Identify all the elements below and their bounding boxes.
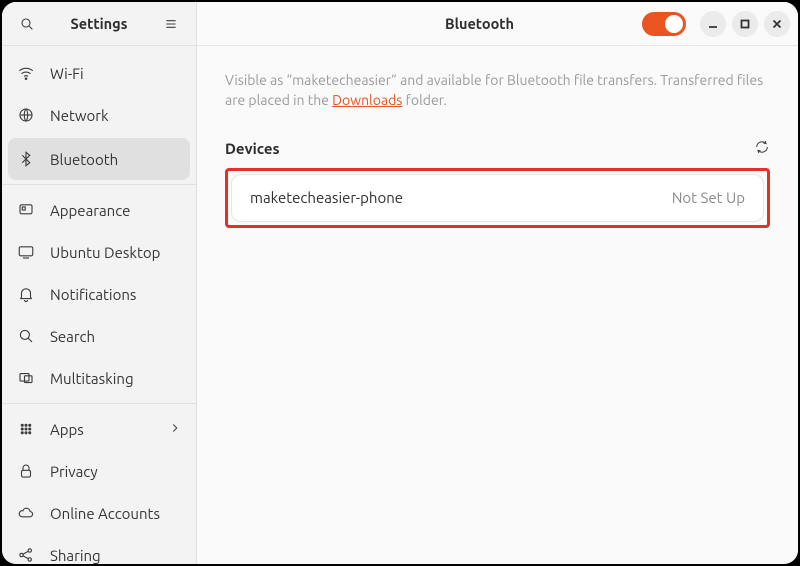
close-icon (772, 19, 782, 29)
sidebar-item-label: Search (50, 328, 95, 345)
device-name: maketecheasier-phone (250, 189, 403, 206)
sidebar-item-multitasking[interactable]: Multitasking (2, 357, 196, 399)
chevron-right-icon (168, 421, 182, 438)
sidebar-item-label: Sharing (50, 547, 101, 564)
sidebar-item-label: Wi-Fi (50, 65, 84, 82)
window-minimize-button[interactable] (700, 11, 726, 37)
sidebar-item-network[interactable]: Network (2, 94, 196, 136)
hamburger-icon (163, 16, 179, 32)
network-icon (16, 105, 36, 125)
sidebar-item-label: Notifications (50, 286, 136, 303)
wifi-icon (16, 63, 36, 83)
cloud-icon (16, 503, 36, 523)
sidebar-item-ubuntu-desktop[interactable]: Ubuntu Desktop (2, 231, 196, 273)
sidebar-item-label: Online Accounts (50, 505, 160, 522)
sidebar-item-label: Multitasking (50, 370, 134, 387)
sidebar-item-bluetooth[interactable]: Bluetooth (8, 138, 190, 180)
window-close-button[interactable] (764, 11, 790, 37)
sidebar-separator (2, 403, 196, 404)
refresh-button[interactable] (754, 139, 770, 158)
multitasking-icon (16, 368, 36, 388)
devices-heading: Devices (225, 140, 280, 157)
sidebar-item-notifications[interactable]: Notifications (2, 273, 196, 315)
sidebar-item-privacy[interactable]: Privacy (2, 450, 196, 492)
sidebar-item-search[interactable]: Search (2, 315, 196, 357)
apps-icon (16, 419, 36, 439)
maximize-icon (740, 19, 750, 29)
downloads-link[interactable]: Downloads (332, 92, 402, 108)
lock-icon (16, 461, 36, 481)
search-icon (19, 16, 35, 32)
sidebar-separator (2, 184, 196, 185)
refresh-icon (754, 139, 770, 155)
sidebar-title: Settings (50, 15, 148, 32)
sidebar-item-label: Ubuntu Desktop (50, 244, 160, 261)
sidebar-item-sharing[interactable]: Sharing (2, 534, 196, 564)
devices-list-highlight: maketecheasier-phone Not Set Up (225, 168, 770, 228)
appearance-icon (16, 200, 36, 220)
window-maximize-button[interactable] (732, 11, 758, 37)
sidebar-item-wifi[interactable]: Wi-Fi (2, 52, 196, 94)
sidebar-item-label: Network (50, 107, 109, 124)
sidebar-search-button[interactable] (14, 11, 40, 37)
share-icon (16, 545, 36, 564)
sidebar-item-online-accounts[interactable]: Online Accounts (2, 492, 196, 534)
bluetooth-toggle[interactable] (642, 12, 686, 36)
sidebar-item-apps[interactable]: Apps (2, 408, 196, 450)
sidebar-item-label: Appearance (50, 202, 130, 219)
sidebar-menu-button[interactable] (158, 11, 184, 37)
sidebar-item-label: Bluetooth (50, 151, 118, 168)
page-title: Bluetooth (205, 15, 634, 32)
sidebar-item-appearance[interactable]: Appearance (2, 189, 196, 231)
sidebar-item-label: Apps (50, 421, 84, 438)
search-icon (16, 326, 36, 346)
visibility-blurb: Visible as “maketecheasier” and availabl… (225, 70, 770, 111)
bell-icon (16, 284, 36, 304)
device-row[interactable]: maketecheasier-phone Not Set Up (231, 174, 764, 222)
minimize-icon (708, 19, 718, 29)
bluetooth-icon (16, 149, 36, 169)
sidebar-item-label: Privacy (50, 463, 98, 480)
device-status: Not Set Up (672, 189, 745, 206)
desktop-icon (16, 242, 36, 262)
